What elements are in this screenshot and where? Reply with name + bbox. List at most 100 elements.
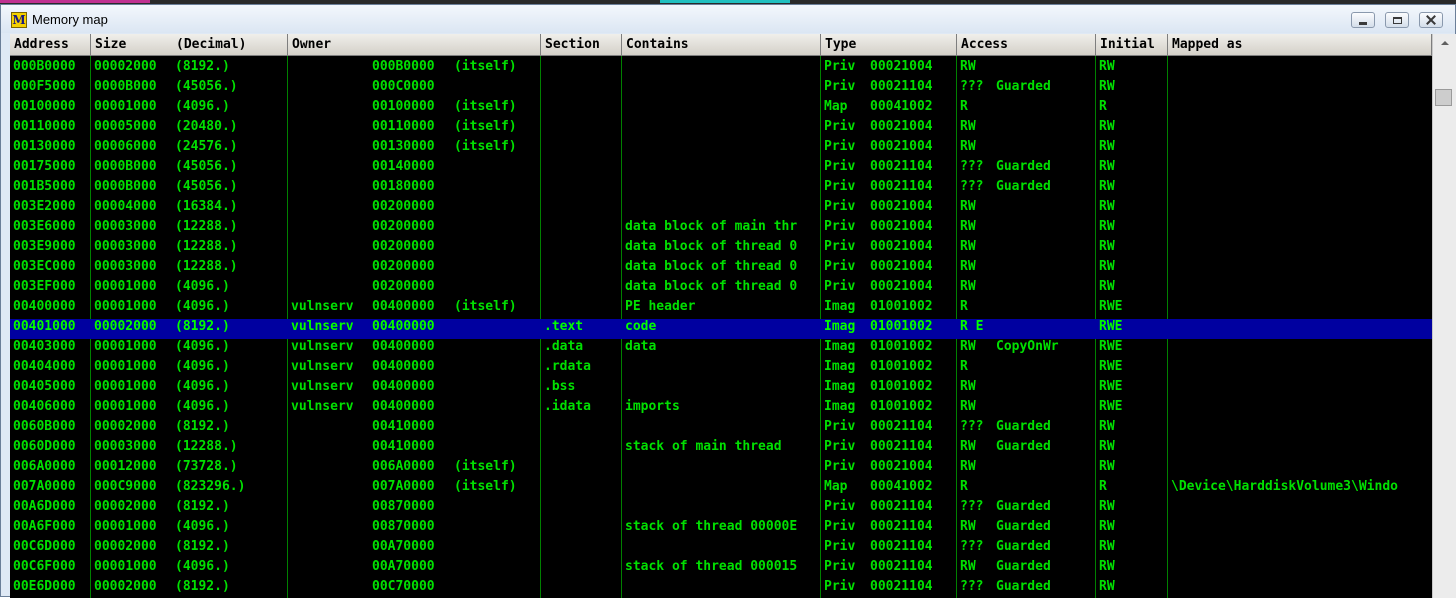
table-row[interactable]: 00404000 00001000 (4096.) vulnserv 00400000.…: [10, 359, 1432, 379]
table-row[interactable]: 0060B000 00002000 (8192.) 00410000 Priv 00021…: [10, 419, 1432, 439]
arrow-up-icon: [1440, 40, 1449, 45]
cell-access-extra: [993, 299, 1096, 319]
vertical-scrollbar[interactable]: [1432, 34, 1456, 598]
cell-access-extra: Guarded: [996, 419, 1051, 434]
cell-contains: [622, 159, 821, 179]
column-header-size[interactable]: Size: [91, 34, 172, 56]
column-header-mapped-as[interactable]: Mapped as: [1168, 34, 1432, 56]
table-row[interactable]: 00110000 00005000 (20480.) 00110000 (itself)…: [10, 119, 1432, 139]
cell-owner-note: (itself): [454, 459, 517, 474]
cell-initial: RWE: [1099, 379, 1123, 394]
cell-mapped-as: [1168, 279, 1432, 299]
cell-initial: RW: [1099, 279, 1115, 294]
minimize-button[interactable]: [1351, 12, 1375, 28]
table-row[interactable]: 00100000 00001000 (4096.) 00100000 (itself) M…: [10, 99, 1432, 119]
column-header-owner[interactable]: Owner: [288, 34, 541, 56]
cell-mapped-as: [1168, 259, 1432, 279]
cell-type-kind: Priv: [824, 519, 856, 534]
cell-initial: RW: [1099, 459, 1115, 474]
cell-contains: [622, 419, 821, 439]
cell-access-extra: Guarded: [996, 159, 1051, 174]
table-row[interactable]: 006A0000 00012000 (73728.) 006A0000 (itself)…: [10, 459, 1432, 479]
app-icon: M: [11, 12, 27, 28]
cell-size: 00001000: [94, 379, 157, 394]
scroll-thumb[interactable]: [1435, 89, 1452, 106]
table-row[interactable]: 003EC000 00003000 (12288.) 00200000 data blo…: [10, 259, 1432, 279]
cell-size: 00001000: [94, 299, 157, 314]
minimize-icon: [1359, 21, 1367, 25]
cell-type-kind: Imag: [824, 399, 856, 414]
column-header-type[interactable]: Type: [821, 34, 957, 56]
table-row[interactable]: 003E9000 00003000 (12288.) 00200000 data blo…: [10, 239, 1432, 259]
cell-type-flags: 00021004: [870, 59, 933, 74]
memory-map-table[interactable]: Address Size (Decimal) Owner Section Con…: [10, 34, 1456, 598]
cell-type-kind: Priv: [824, 539, 856, 554]
cell-access-extra: [993, 239, 1096, 259]
table-row[interactable]: 003E2000 00004000 (16384.) 00200000 Priv 0002…: [10, 199, 1432, 219]
column-header-contains[interactable]: Contains: [622, 34, 821, 56]
table-row[interactable]: 00A6D000 00002000 (8192.) 00870000 Priv 00021…: [10, 499, 1432, 519]
cell-mapped-as: [1168, 239, 1432, 259]
cell-owner-base: 00180000: [372, 179, 435, 194]
cell-type-flags: 00021104: [870, 499, 933, 514]
cell-decimal: (73728.): [175, 459, 238, 474]
cell-type-flags: 00021004: [870, 219, 933, 234]
cell-size: 00002000: [94, 419, 157, 434]
scroll-up-button[interactable]: [1433, 34, 1456, 51]
cell-access: ???: [960, 579, 984, 594]
column-header-decimal[interactable]: (Decimal): [172, 34, 288, 56]
cell-owner-note: (itself): [454, 99, 517, 114]
cell-owner-note: [451, 439, 541, 459]
column-header-section[interactable]: Section: [541, 34, 622, 56]
table-row[interactable]: 00403000 00001000 (4096.) vulnserv 00400000.…: [10, 339, 1432, 359]
table-row[interactable]: 00175000 0000B000 (45056.) 00140000 Priv 0002…: [10, 159, 1432, 179]
close-button[interactable]: [1419, 12, 1443, 28]
table-row[interactable]: 001B5000 0000B000 (45056.) 00180000 Priv 0002…: [10, 179, 1432, 199]
table-row[interactable]: 00C6D000 00002000 (8192.) 00A70000 Priv 00021…: [10, 539, 1432, 559]
cell-access-extra: [993, 99, 1096, 119]
column-header-access[interactable]: Access: [957, 34, 1096, 56]
cell-owner-base: 00400000: [372, 299, 435, 314]
column-header-initial[interactable]: Initial: [1096, 34, 1168, 56]
cell-contains: [622, 139, 821, 159]
table-row[interactable]: 0060D000 00003000 (12288.) 00410000 stack of…: [10, 439, 1432, 459]
table-row[interactable]: 00406000 00001000 (4096.) vulnserv 00400000.…: [10, 399, 1432, 419]
table-row[interactable]: 000B0000 00002000 (8192.) 000B0000 (itself) P…: [10, 59, 1432, 79]
table-row[interactable]: 00405000 00001000 (4096.) vulnserv 00400000.…: [10, 379, 1432, 399]
cell-contains: data block of thread 0: [625, 279, 798, 294]
cell-contains: data block of main thr: [625, 219, 798, 234]
cell-initial: RW: [1099, 579, 1115, 594]
cell-decimal: (8192.): [175, 59, 230, 74]
table-row[interactable]: 00C6F000 00001000 (4096.) 00A70000 stack of …: [10, 559, 1432, 579]
table-row[interactable]: 007A0000 000C9000 (823296.) 007A0000 (itself…: [10, 479, 1432, 499]
table-row[interactable]: 00400000 00001000 (4096.) vulnserv 00400000 (…: [10, 299, 1432, 319]
cell-owner-module: [288, 139, 369, 159]
cell-address: 003E6000: [13, 219, 76, 234]
table-row[interactable]: 003EF000 00001000 (4096.) 00200000 data bloc…: [10, 279, 1432, 299]
cell-section: [541, 539, 622, 559]
cell-access: RW: [960, 339, 976, 354]
cell-owner-note: (itself): [454, 299, 517, 314]
table-row[interactable]: 00130000 00006000 (24576.) 00130000 (itself)…: [10, 139, 1432, 159]
cell-owner-module: [288, 59, 369, 79]
column-header-address[interactable]: Address: [10, 34, 91, 56]
cell-size: 00003000: [94, 219, 157, 234]
cell-mapped-as: [1168, 539, 1432, 559]
title-bar[interactable]: M Memory map: [1, 5, 1455, 33]
cell-size: 00004000: [94, 199, 157, 214]
table-row[interactable]: 00A6F000 00001000 (4096.) 00870000 stack of …: [10, 519, 1432, 539]
cell-contains: stack of thread 00000E: [625, 519, 798, 534]
memory-map-window: M Memory map Address Size (Decimal) Owne…: [0, 4, 1456, 598]
table-row[interactable]: 000F5000 0000B000 (45056.) 000C0000 Priv 0002…: [10, 79, 1432, 99]
cell-type-kind: Map: [824, 479, 848, 494]
table-row[interactable]: 003E6000 00003000 (12288.) 00200000 data blo…: [10, 219, 1432, 239]
cell-access-extra: [993, 119, 1096, 139]
cell-owner-base: 00A70000: [372, 539, 435, 554]
cell-mapped-as: [1168, 359, 1432, 379]
cell-initial: RW: [1099, 239, 1115, 254]
cell-section: .bss: [544, 379, 576, 394]
maximize-button[interactable]: [1385, 12, 1409, 28]
table-row[interactable]: 00401000 00002000 (8192.) vulnserv 00400000.…: [10, 319, 1432, 339]
table-row[interactable]: 00E6D000 00002000 (8192.) 00C70000 Priv 00021…: [10, 579, 1432, 598]
cell-mapped-as: [1168, 579, 1432, 598]
